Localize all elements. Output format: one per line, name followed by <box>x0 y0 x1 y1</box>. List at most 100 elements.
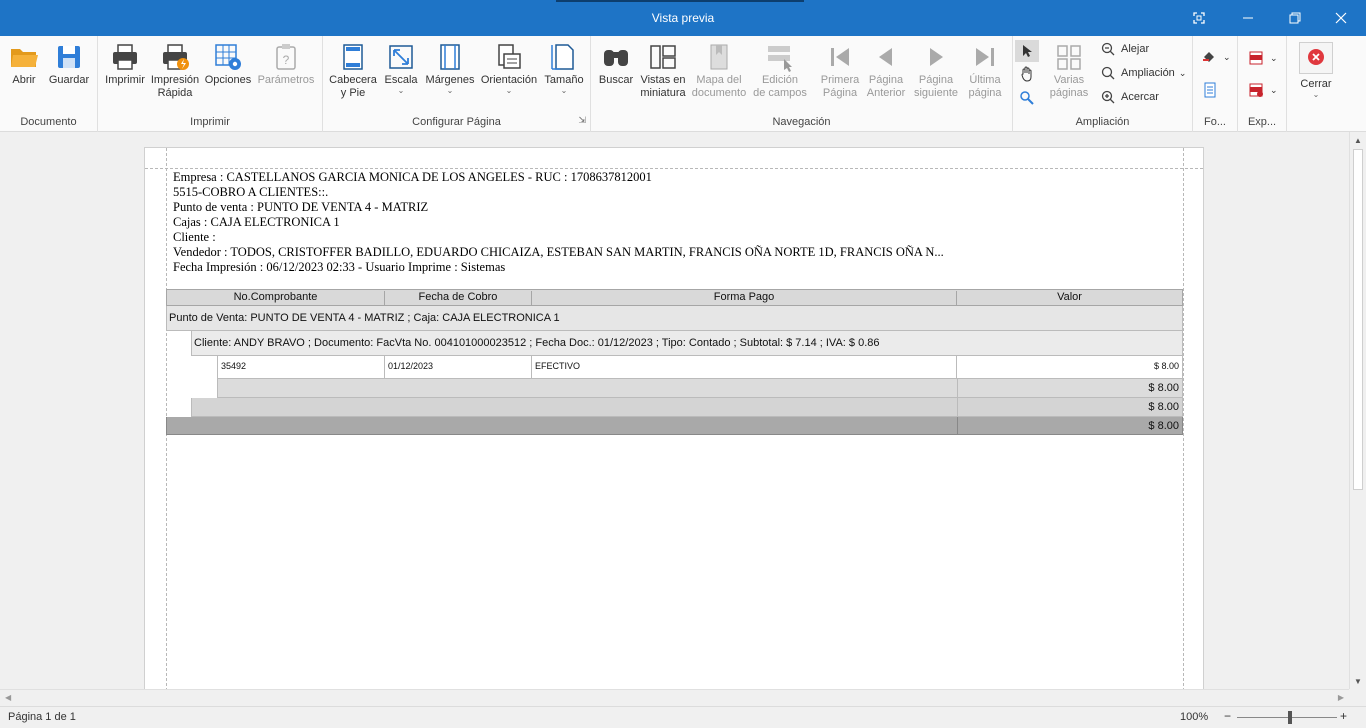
imprimir-button[interactable]: Imprimir <box>102 42 148 87</box>
export-pdf-button[interactable]: ⌄ <box>1248 50 1278 66</box>
guardar-label: Guardar <box>48 74 90 86</box>
alejar-label: Alejar <box>1121 43 1150 55</box>
cell-fecha: 01/12/2023 <box>385 356 532 378</box>
bookmark-icon <box>710 44 728 70</box>
dialog-launcher-icon[interactable]: ⇲ <box>578 115 586 126</box>
impresion-rapida-button[interactable]: Impresión Rápida <box>150 42 200 100</box>
buscar-button[interactable]: Buscar <box>595 42 637 87</box>
orientation-icon <box>498 44 521 69</box>
cerrar-chevron-icon: ⌄ <box>1312 90 1320 99</box>
group-documento: Abrir Guardar Documento <box>0 36 98 132</box>
group-label-fondo: Fo... <box>1203 116 1226 128</box>
header-punto-venta: Punto de venta : PUNTO DE VENTA 4 - MATR… <box>173 200 429 214</box>
report-page: Empresa : CASTELLANOS GARCIA MONICA DE L… <box>144 147 1204 689</box>
acercar-label: Acercar <box>1121 91 1159 103</box>
scroll-up-icon[interactable]: ▲ <box>1354 136 1362 145</box>
group-label-exportar: Exp... <box>1247 116 1277 128</box>
edicion-label-2: de campos <box>753 87 807 99</box>
scroll-right-icon[interactable]: ▶ <box>1338 693 1344 702</box>
page-color-button[interactable]: ⌄ <box>1201 50 1231 64</box>
header-cliente: Cliente : <box>173 230 216 244</box>
save-icon <box>58 46 80 68</box>
thumbnails-icon <box>650 45 676 69</box>
varias-paginas-button[interactable]: Varias páginas <box>1047 42 1091 100</box>
svg-text:?: ? <box>283 53 290 67</box>
title-accent <box>556 0 804 2</box>
vistas-label-1: Vistas en <box>640 74 686 86</box>
group-punto-venta-text: Punto de Venta: PUNTO DE VENTA 4 - MATRI… <box>169 312 560 324</box>
cell-forma-pago: EFECTIVO <box>532 356 957 378</box>
zoom-out-icon <box>1101 42 1115 56</box>
cabecera-button[interactable]: Cabecera y Pie <box>329 42 377 100</box>
group-ampliacion: Varias páginas Alejar Ampliación ⌄ Acerc… <box>1013 36 1193 132</box>
scroll-left-icon[interactable]: ◀ <box>5 693 11 702</box>
vistas-miniatura-button[interactable]: Vistas en miniatura <box>639 42 687 100</box>
fullscreen-button[interactable] <box>1176 0 1222 36</box>
group-cliente-text: Cliente: ANDY BRAVO ; Documento: FacVta … <box>194 337 880 349</box>
minimize-icon <box>1243 17 1253 19</box>
pdf-icon <box>1249 51 1263 65</box>
varias-label-1: Varias <box>1053 74 1085 86</box>
alejar-button[interactable]: Alejar <box>1101 42 1149 56</box>
tamano-chevron-icon: ⌄ <box>560 86 568 95</box>
ampliacion-button[interactable]: Ampliación ⌄ <box>1101 66 1186 80</box>
primera-label-2: Página <box>822 87 858 99</box>
margenes-button[interactable]: Márgenes ⌄ <box>423 42 477 95</box>
close-window-button[interactable] <box>1318 0 1364 36</box>
folder-icon <box>11 49 38 67</box>
mapa-documento-button[interactable]: Mapa del documento <box>691 42 747 100</box>
margin-guide-top <box>145 168 1203 169</box>
hand-tool-button[interactable] <box>1019 66 1035 85</box>
zoom-minus-button[interactable]: − <box>1224 709 1231 723</box>
zoom-plus-button[interactable]: + <box>1340 709 1347 723</box>
magnifier-tool-button[interactable] <box>1019 90 1035 109</box>
imprimir-label: Imprimir <box>105 74 145 86</box>
primera-pagina-button[interactable]: Primera Página <box>817 42 863 100</box>
ampliacion-label: Ampliación <box>1121 67 1175 79</box>
zoom-icon <box>1101 66 1115 80</box>
column-header-forma-pago: Forma Pago <box>532 291 957 306</box>
cerrar-button[interactable]: Cerrar ⌄ <box>1294 42 1338 99</box>
send-pdf-chevron-icon: ⌄ <box>1270 84 1278 95</box>
cell-comprobante: 35492 <box>218 356 385 378</box>
pointer-tool-button[interactable] <box>1015 40 1039 62</box>
cerrar-icon-frame <box>1299 42 1333 74</box>
siguiente-label-1: Página <box>918 74 954 86</box>
edicion-campos-button[interactable]: Edición de campos <box>751 42 809 100</box>
total-row: $ 8.00 <box>166 417 1183 435</box>
guardar-button[interactable]: Guardar <box>46 42 92 87</box>
group-exportar: ⌄ ⌄ Exp... <box>1238 36 1287 132</box>
abrir-label: Abrir <box>12 74 36 86</box>
scroll-down-icon[interactable]: ▼ <box>1354 677 1362 686</box>
restore-button[interactable] <box>1272 0 1318 36</box>
preview-canvas[interactable]: Empresa : CASTELLANOS GARCIA MONICA DE L… <box>0 132 1349 689</box>
pagina-siguiente-button[interactable]: Página siguiente <box>911 42 961 100</box>
ultima-label-2: página <box>968 87 1002 99</box>
close-preview-icon <box>1308 49 1324 65</box>
page-size-icon <box>551 44 574 70</box>
escala-button[interactable]: Escala ⌄ <box>381 42 421 95</box>
abrir-button[interactable]: Abrir <box>6 42 42 87</box>
zoom-slider-track[interactable] <box>1237 717 1337 718</box>
group-label-imprimir: Imprimir <box>190 116 230 128</box>
vertical-scrollbar[interactable]: ▲ ▼ <box>1349 132 1366 689</box>
ultima-pagina-button[interactable]: Última página <box>963 42 1007 100</box>
page-color-chevron-icon: ⌄ <box>1223 51 1231 62</box>
zoom-slider-thumb[interactable] <box>1288 711 1292 724</box>
watermark-button[interactable] <box>1203 82 1223 98</box>
opciones-button[interactable]: Opciones <box>204 42 252 87</box>
minimize-button[interactable] <box>1225 0 1271 36</box>
group-row-cliente: Cliente: ANDY BRAVO ; Documento: FacVta … <box>191 331 1183 356</box>
vertical-scroll-thumb[interactable] <box>1353 149 1363 490</box>
tamano-button[interactable]: Tamaño ⌄ <box>541 42 587 95</box>
horizontal-scrollbar[interactable]: ◀ ▶ <box>0 689 1349 706</box>
escala-chevron-icon: ⌄ <box>397 86 405 95</box>
orientacion-chevron-icon: ⌄ <box>505 86 513 95</box>
send-pdf-button[interactable]: ⌄ <box>1248 82 1278 98</box>
title-bar: Vista previa <box>0 0 1366 36</box>
pagina-anterior-button[interactable]: Página Anterior <box>863 42 909 100</box>
parametros-button[interactable]: ? Parámetros <box>256 42 316 87</box>
page-indicator: Página 1 de 1 <box>8 711 76 723</box>
orientacion-button[interactable]: Orientación ⌄ <box>479 42 539 95</box>
acercar-button[interactable]: Acercar <box>1101 90 1159 104</box>
